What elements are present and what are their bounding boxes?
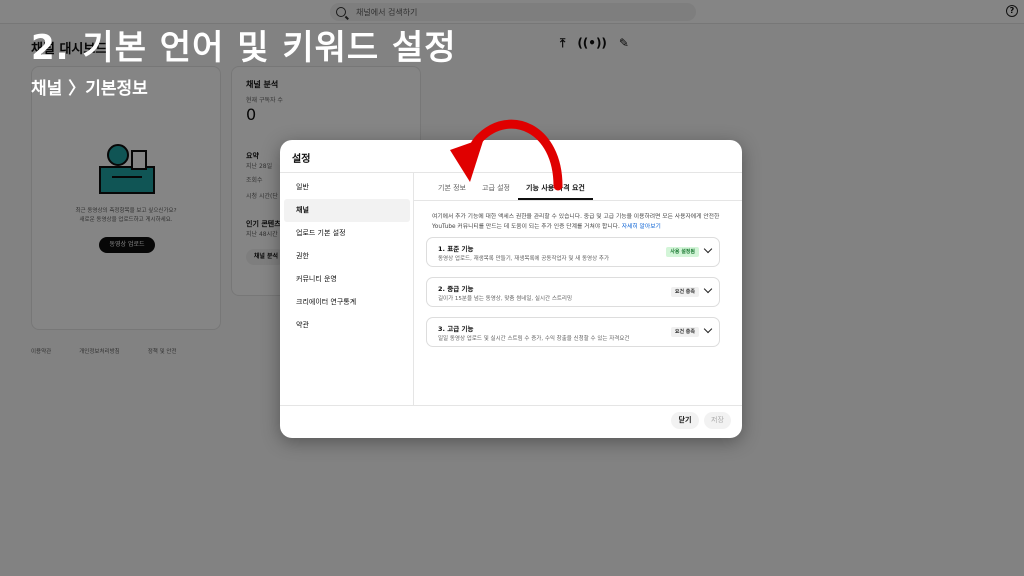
status-badge: 사용 설정됨 — [666, 247, 699, 257]
divider — [414, 200, 742, 201]
close-button[interactable]: 닫기 — [671, 412, 699, 429]
nav-item-upload-defaults[interactable]: 업로드 기본 설정 — [284, 222, 410, 245]
chevron-down-icon[interactable] — [703, 284, 713, 294]
divider — [280, 405, 742, 406]
feature-desc: 일일 동영상 업로드 및 실시간 스트림 수 증가, 수익 창출을 신청할 수 … — [438, 336, 630, 342]
nav-item-creator-research[interactable]: 크리에이터 연구통계 — [284, 291, 410, 314]
nav-item-general[interactable]: 일반 — [284, 176, 410, 199]
nav-item-permissions[interactable]: 권한 — [284, 245, 410, 268]
annotation-arrow-icon — [450, 119, 563, 191]
eligibility-description: 여기에서 추가 기능에 대한 액세스 권한을 관리할 수 있습니다. 중급 및 … — [432, 212, 722, 232]
tutorial-title: 2. 기본 언어 및 키워드 설정 — [31, 28, 457, 68]
feature-card-advanced[interactable]: 3. 고급 기능 일일 동영상 업로드 및 실시간 스트림 수 증가, 수익 창… — [426, 317, 720, 347]
feature-card-intermediate[interactable]: 2. 중급 기능 길이가 15분을 넘는 동영상, 맞춤 썸네일, 실시간 스트… — [426, 277, 720, 307]
feature-title: 2. 중급 기능 — [438, 285, 474, 293]
chevron-down-icon[interactable] — [703, 324, 713, 334]
feature-desc: 동영상 업로드, 재생목록 만들기, 재생목록에 공동작업자 및 새 동영상 추… — [438, 256, 610, 262]
description-text: 여기에서 추가 기능에 대한 액세스 권한을 관리할 수 있습니다. 중급 및 … — [432, 214, 720, 230]
learn-more-link[interactable]: 자세히 알아보기 — [622, 224, 661, 230]
nav-item-channel[interactable]: 채널 — [284, 199, 410, 222]
settings-nav: 일반 채널 업로드 기본 설정 권한 커뮤니티 운영 크리에이터 연구통계 약관 — [284, 176, 410, 337]
tutorial-subtitle: 채널 〉기본정보 — [31, 79, 148, 99]
nav-item-community[interactable]: 커뮤니티 운영 — [284, 268, 410, 291]
feature-card-standard[interactable]: 1. 표준 기능 동영상 업로드, 재생목록 만들기, 재생목록에 공동작업자 … — [426, 237, 720, 267]
dialog-title: 설정 — [292, 154, 311, 165]
feature-title: 1. 표준 기능 — [438, 245, 474, 253]
status-badge: 요건 충족 — [670, 287, 699, 297]
chevron-down-icon[interactable] — [703, 244, 713, 254]
divider — [413, 173, 414, 405]
save-button[interactable]: 저장 — [704, 412, 731, 429]
feature-desc: 길이가 15분을 넘는 동영상, 맞춤 썸네일, 실시간 스트리밍 — [438, 296, 573, 302]
nav-item-terms[interactable]: 약관 — [284, 314, 410, 337]
feature-title: 3. 고급 기능 — [438, 325, 474, 333]
status-badge: 요건 충족 — [670, 327, 699, 337]
